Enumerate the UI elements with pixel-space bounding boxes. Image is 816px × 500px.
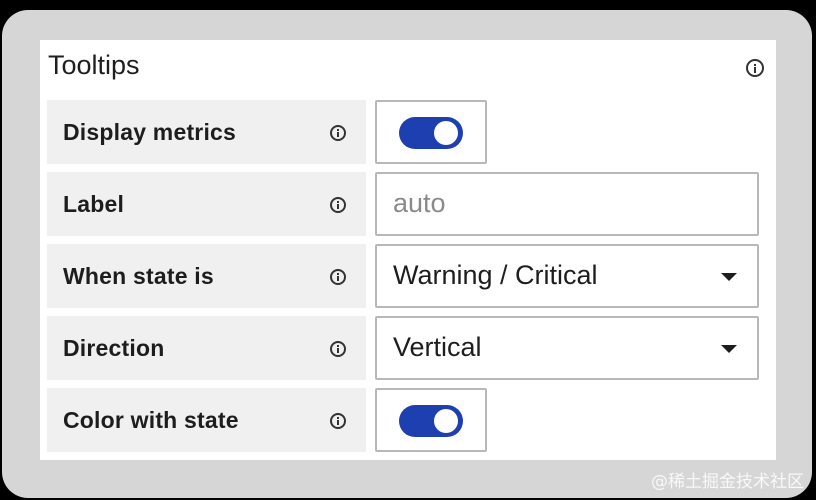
info-icon[interactable] bbox=[330, 197, 346, 213]
when-state-is-select[interactable]: Warning / Critical bbox=[375, 244, 759, 308]
color-with-state-toggle-container bbox=[375, 388, 487, 452]
setting-label: Direction bbox=[63, 335, 165, 361]
info-icon[interactable] bbox=[330, 413, 346, 429]
watermark: @稀土掘金技术社区 bbox=[651, 472, 804, 492]
toggle-knob bbox=[434, 409, 458, 433]
chevron-down-icon bbox=[721, 345, 737, 353]
display-metrics-toggle-container bbox=[375, 100, 487, 164]
info-icon[interactable] bbox=[746, 59, 764, 77]
toggle-knob bbox=[434, 121, 458, 145]
setting-label: Label bbox=[63, 191, 125, 217]
setting-row-when-state-is: When state is Warning / Critical bbox=[47, 244, 767, 308]
label-cell: Label bbox=[47, 172, 366, 236]
label-cell: Color with state bbox=[47, 388, 366, 452]
select-value: Vertical bbox=[393, 332, 482, 362]
window-frame: Tooltips Display metrics Label auto When… bbox=[2, 10, 812, 498]
label-cell: Direction bbox=[47, 316, 366, 380]
setting-row-color-with-state: Color with state bbox=[47, 388, 767, 452]
panel-title: Tooltips bbox=[48, 50, 140, 80]
label-input[interactable]: auto bbox=[375, 172, 759, 236]
setting-label: When state is bbox=[63, 263, 214, 289]
label-cell: Display metrics bbox=[47, 100, 366, 164]
setting-label: Display metrics bbox=[63, 119, 237, 145]
setting-label: Color with state bbox=[63, 407, 239, 433]
setting-row-direction: Direction Vertical bbox=[47, 316, 767, 380]
setting-row-display-metrics: Display metrics bbox=[47, 100, 767, 164]
label-cell: When state is bbox=[47, 244, 366, 308]
chevron-down-icon bbox=[721, 273, 737, 281]
tooltips-panel: Tooltips Display metrics Label auto When… bbox=[40, 40, 776, 460]
direction-select[interactable]: Vertical bbox=[375, 316, 759, 380]
label-input-placeholder: auto bbox=[393, 188, 446, 218]
setting-row-label: Label auto bbox=[47, 172, 767, 236]
display-metrics-toggle[interactable] bbox=[399, 117, 463, 149]
select-value: Warning / Critical bbox=[393, 260, 598, 290]
info-icon[interactable] bbox=[330, 125, 346, 141]
info-icon[interactable] bbox=[330, 341, 346, 357]
info-icon[interactable] bbox=[330, 269, 346, 285]
color-with-state-toggle[interactable] bbox=[399, 405, 463, 437]
